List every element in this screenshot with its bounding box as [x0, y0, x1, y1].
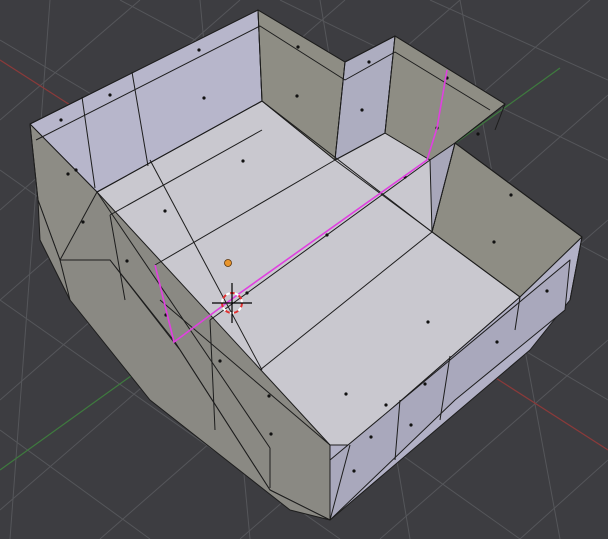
object-origin-dot[interactable] [224, 259, 232, 267]
room-mesh[interactable] [29, 9, 583, 521]
viewport-canvas[interactable] [0, 0, 608, 539]
3d-viewport[interactable] [0, 0, 608, 539]
notch-wall-back [384, 35, 506, 161]
